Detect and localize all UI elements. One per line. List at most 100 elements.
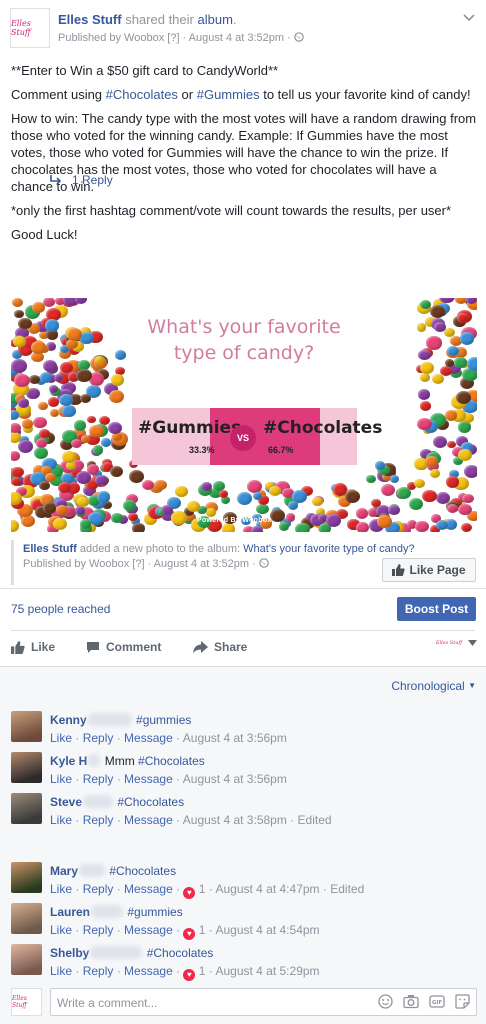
comment-message-link[interactable]: Message (124, 882, 173, 896)
comment-message-link[interactable]: Message (124, 731, 173, 745)
redacted-surname (88, 754, 101, 767)
comment-reply-link[interactable]: Reply (83, 772, 114, 786)
view-replies-link[interactable]: 1 Reply (50, 173, 113, 187)
commenter-avatar[interactable] (11, 944, 42, 975)
comment-date[interactable]: August 4 at 5:29pm (215, 964, 319, 978)
comment-hashtag[interactable]: #Chocolates (117, 795, 184, 809)
commenter-avatar: Elles Stuff (11, 988, 42, 1016)
hashtag-gummies-link[interactable]: #Gummies (197, 87, 260, 102)
candy-dot (397, 486, 412, 499)
chevron-down-icon[interactable] (462, 10, 476, 24)
comment-hashtag[interactable]: #gummies (127, 905, 182, 919)
comment-reply-link[interactable]: Reply (83, 882, 114, 896)
comment-item: Mary #Chocolates Like · Reply · Message ·… (11, 862, 477, 902)
comment-like-link[interactable]: Like (50, 731, 72, 745)
reaction-count[interactable]: 1 (199, 964, 206, 978)
commenter-name[interactable]: Kenny (50, 713, 87, 727)
action-bar: Like Comment Share Elles Stuff (11, 636, 477, 660)
comment-message-link[interactable]: Message (124, 813, 173, 827)
commenter-avatar[interactable] (11, 862, 42, 893)
comment-hashtag[interactable]: #Chocolates (109, 864, 176, 878)
camera-icon[interactable] (403, 994, 419, 1009)
commenter-name[interactable]: Mary (50, 864, 78, 878)
commenter-name[interactable]: Kyle H (50, 754, 87, 768)
hashtag-chocolates-link[interactable]: #Chocolates (106, 87, 178, 102)
edited-label[interactable]: Edited (330, 882, 364, 896)
candy-dot (292, 490, 308, 504)
love-reaction-icon[interactable]: ♥ (183, 969, 196, 981)
comment-input[interactable]: Write a comment... GIF (50, 988, 477, 1016)
comment-sort-dropdown[interactable]: Chronological ▼ (391, 679, 476, 693)
comment-hashtag[interactable]: #Chocolates (147, 946, 214, 960)
comment-date[interactable]: August 4 at 4:54pm (215, 923, 319, 937)
album-link[interactable]: album (197, 12, 232, 27)
commenter-name[interactable]: Lauren (50, 905, 90, 919)
post-header-title: Elles Stuff shared their album. (58, 12, 237, 27)
commenter-avatar[interactable] (11, 711, 42, 742)
commenter-name[interactable]: Steve (50, 795, 82, 809)
comment-reply-link[interactable]: Reply (83, 813, 114, 827)
commenter-avatar[interactable] (11, 752, 42, 783)
comment-message-link[interactable]: Message (124, 772, 173, 786)
candy-dot (446, 503, 458, 514)
like-page-button[interactable]: Like Page (382, 558, 476, 582)
comment-item: Kenny #gummies Like · Reply · Message · A… (11, 711, 477, 751)
people-reached-link[interactable]: 75 people reached (11, 602, 110, 616)
album-title-link[interactable]: What's your favorite type of candy? (243, 543, 414, 555)
page-avatar[interactable]: Elles Stuff (10, 8, 50, 48)
comment-reply-link[interactable]: Reply (83, 923, 114, 937)
comment-actions: Like · Reply · Message · August 4 at 3:5… (50, 813, 332, 827)
comment-like-link[interactable]: Like (50, 772, 72, 786)
comment-date[interactable]: August 4 at 4:47pm (215, 882, 319, 896)
reaction-count[interactable]: 1 (199, 882, 206, 896)
love-reaction-icon[interactable]: ♥ (183, 928, 196, 940)
comment-date[interactable]: August 4 at 3:58pm (183, 813, 287, 827)
comment-date[interactable]: August 4 at 3:56pm (183, 731, 287, 745)
commenter-avatar[interactable] (11, 793, 42, 824)
comment-item: Lauren #gummies Like · Reply · Message · … (11, 903, 477, 943)
boost-post-button[interactable]: Boost Post (397, 597, 476, 621)
comment-text: #gummies (127, 905, 182, 919)
comment-hashtag[interactable]: #Chocolates (138, 754, 205, 768)
comment-like-link[interactable]: Like (50, 882, 72, 896)
comment-like-link[interactable]: Like (50, 813, 72, 827)
post-as-selector[interactable]: Elles Stuff (436, 640, 477, 646)
powered-by-text: Powered By Woobox (197, 517, 272, 524)
reaction-count[interactable]: 1 (199, 923, 206, 937)
comment-message-link[interactable]: Message (124, 923, 173, 937)
comment-button[interactable]: Comment (86, 640, 161, 654)
comment-like-link[interactable]: Like (50, 964, 72, 978)
album-page-name[interactable]: Elles Stuff (23, 543, 77, 555)
help-mark[interactable]: [?] (167, 32, 179, 44)
comment-date[interactable]: August 4 at 3:56pm (183, 772, 287, 786)
love-reaction-icon[interactable]: ♥ (183, 887, 196, 899)
post-date[interactable]: August 4 at 3:52pm (189, 32, 284, 44)
page-name-link[interactable]: Elles Stuff (58, 12, 122, 27)
candy-dot (247, 480, 263, 493)
candy-dot (17, 440, 33, 454)
candy-dot (86, 464, 100, 475)
comment-like-link[interactable]: Like (50, 923, 72, 937)
commenter-name[interactable]: Shelby (50, 946, 89, 960)
edited-label[interactable]: Edited (298, 813, 332, 827)
candy-dot (17, 398, 29, 408)
thumbs-up-icon (392, 564, 406, 576)
post-photo[interactable]: What's your favorite type of candy? #Gum… (11, 298, 477, 532)
candy-dot (111, 432, 122, 441)
emoji-icon[interactable] (378, 994, 393, 1009)
option-chocolates: #Chocolates (263, 418, 383, 438)
gif-icon[interactable]: GIF (429, 994, 445, 1009)
candy-dot (129, 469, 145, 483)
comment-message-link[interactable]: Message (124, 964, 173, 978)
comment-reply-link[interactable]: Reply (83, 731, 114, 745)
commenter-avatar[interactable] (11, 903, 42, 934)
candy-dot (88, 424, 104, 438)
candy-dot (108, 389, 124, 403)
sticker-icon[interactable] (455, 994, 470, 1009)
comment-reply-link[interactable]: Reply (83, 964, 114, 978)
candy-dot (141, 480, 154, 491)
share-button[interactable]: Share (193, 640, 247, 654)
like-button[interactable]: Like (11, 640, 55, 654)
svg-text:GIF: GIF (432, 1000, 443, 1006)
comment-hashtag[interactable]: #gummies (136, 713, 191, 727)
